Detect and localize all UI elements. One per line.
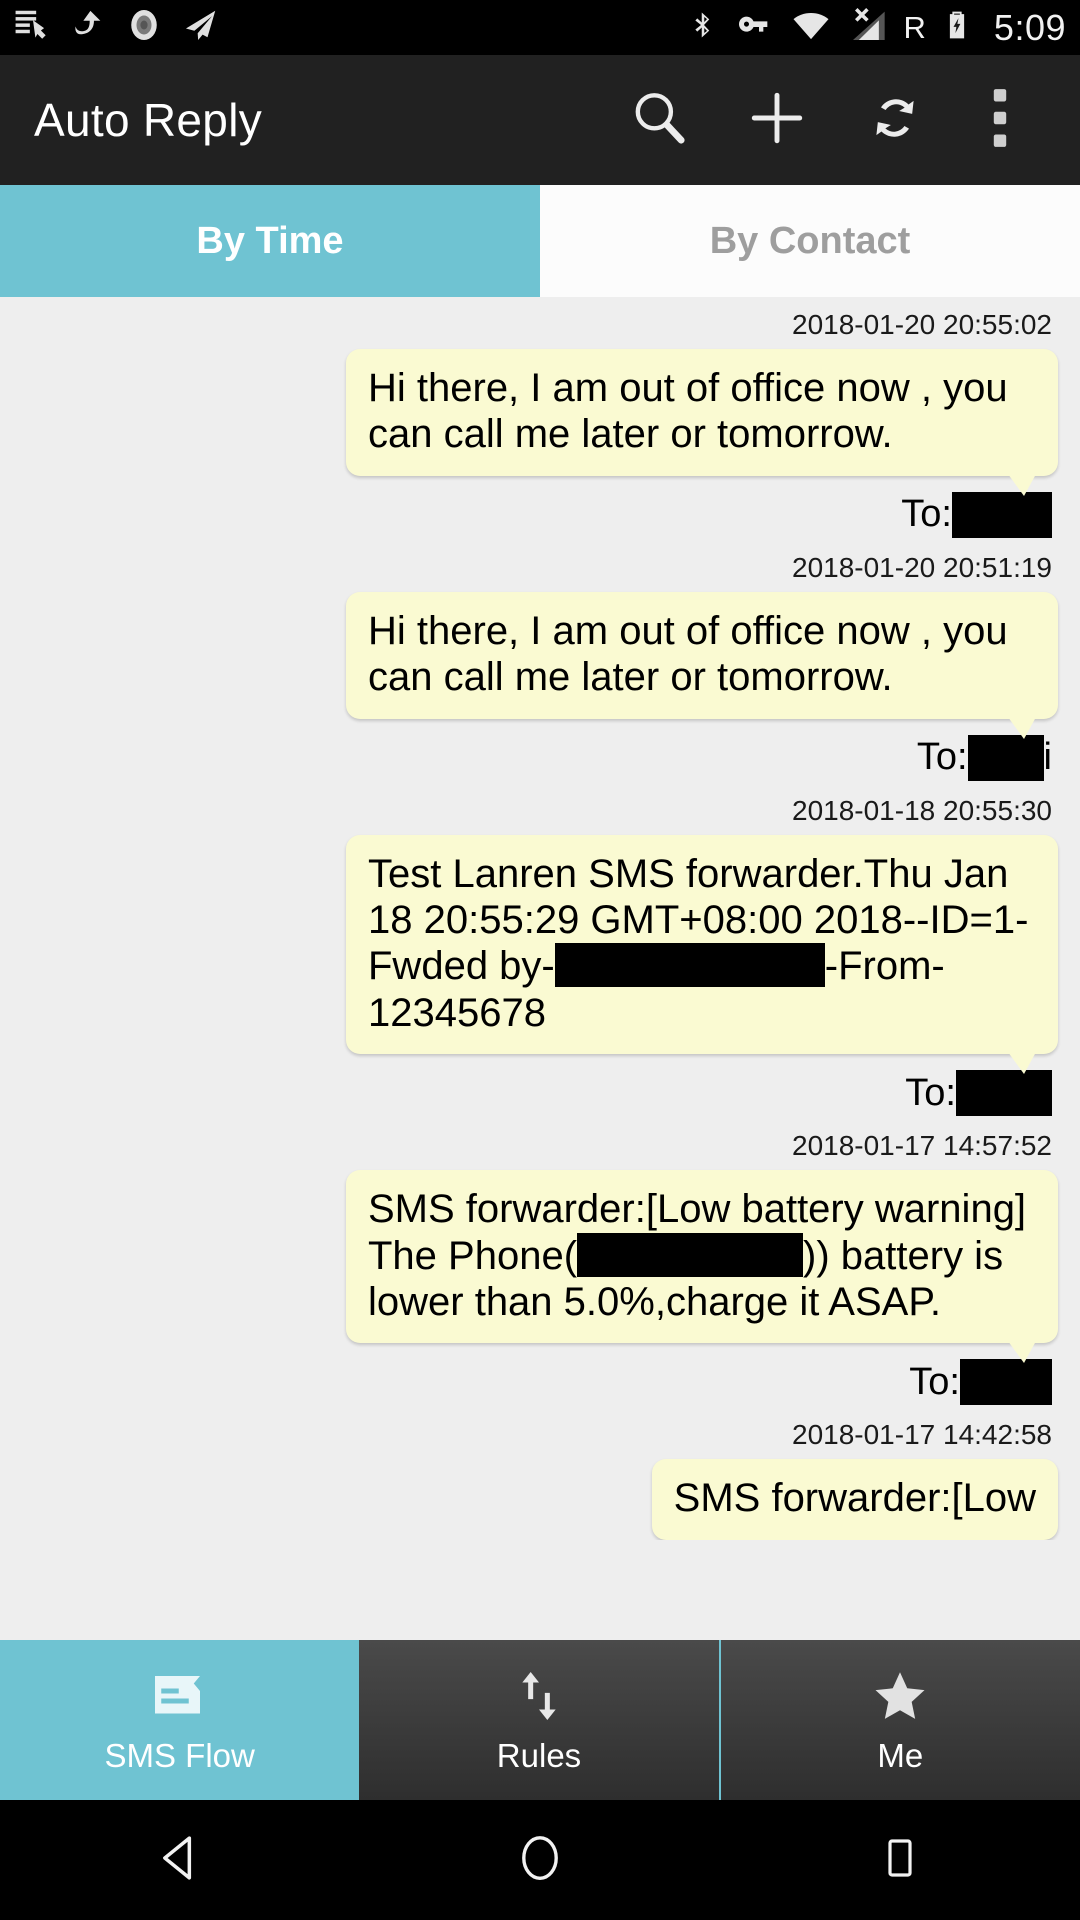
star-icon	[871, 1665, 929, 1727]
redacted-inline	[577, 1232, 804, 1277]
message-text: Test Lanren SMS forwarder.Thu Jan 18 20:…	[368, 851, 1036, 1037]
to-label: To:	[901, 493, 952, 536]
message-flow-icon	[150, 1665, 210, 1727]
to-label: To:	[909, 1360, 960, 1403]
sim-card-hand-icon	[14, 6, 52, 49]
message-timestamp: 2018-01-20 20:51:19	[792, 551, 1052, 583]
tab-by-time[interactable]: By Time	[0, 185, 540, 297]
message-text: Hi there, I am out of office now , you c…	[368, 608, 1008, 700]
search-icon	[628, 87, 690, 154]
back-button[interactable]	[0, 1830, 360, 1891]
home-circle-icon	[513, 1831, 567, 1890]
message-recipient: To:	[22, 1343, 1058, 1407]
bubble-row: Hi there, I am out of office now , you c…	[22, 591, 1058, 739]
status-bar-left-icons	[14, 6, 220, 49]
redacted-recipient	[952, 491, 1052, 538]
message-item[interactable]: 2018-01-17 14:57:52 SMS forwarder:[Low b…	[0, 1118, 1080, 1407]
tab-by-contact-label: By Contact	[709, 219, 911, 262]
redacted-inline	[554, 943, 825, 988]
message-bubble[interactable]: Test Lanren SMS forwarder.Thu Jan 18 20:…	[346, 834, 1058, 1074]
bubble-row: Hi there, I am out of office now , you c…	[22, 349, 1058, 496]
vpn-key-icon	[734, 5, 774, 50]
android-navigation-bar	[0, 1800, 1080, 1920]
home-button[interactable]	[360, 1831, 720, 1890]
message-bubble[interactable]: Hi there, I am out of office now , you c…	[346, 591, 1058, 739]
redacted-recipient	[967, 734, 1044, 781]
add-icon	[746, 87, 808, 154]
message-timestamp: 2018-01-17 14:42:58	[792, 1419, 1052, 1451]
record-circle-icon	[126, 6, 162, 49]
roaming-indicator: R	[903, 9, 926, 45]
bottom-nav-me[interactable]: Me	[718, 1640, 1080, 1800]
message-item[interactable]: 2018-01-20 20:55:02 Hi there, I am out o…	[0, 297, 1080, 540]
overflow-menu-icon	[993, 87, 1007, 154]
refresh-icon	[866, 89, 924, 152]
bubble-row: SMS forwarder:[Low	[22, 1459, 1058, 1540]
message-text: SMS forwarder:[Low	[673, 1476, 1036, 1521]
message-bubble[interactable]: SMS forwarder:[Low	[651, 1459, 1058, 1540]
bubble-row: SMS forwarder:[Low battery warning] The …	[22, 1170, 1058, 1364]
tab-bar: By Time By Contact	[0, 185, 1080, 297]
message-text: Hi there, I am out of office now , you c…	[368, 366, 1008, 457]
refresh-button[interactable]	[836, 61, 954, 179]
cellular-signal-off-icon	[848, 5, 888, 50]
to-value: i	[1043, 736, 1052, 779]
add-button[interactable]	[718, 61, 836, 179]
send-plane-icon	[182, 6, 220, 49]
message-timestamp: 2018-01-20 20:55:02	[792, 309, 1052, 340]
tab-by-contact[interactable]: By Contact	[540, 185, 1080, 297]
message-timestamp: 2018-01-18 20:55:30	[792, 794, 1052, 826]
message-item[interactable]: 2018-01-20 20:51:19 Hi there, I am out o…	[0, 540, 1080, 783]
message-bubble[interactable]: SMS forwarder:[Low battery warning] The …	[346, 1170, 1058, 1364]
wifi-icon	[790, 5, 832, 50]
to-label: To:	[905, 1071, 956, 1114]
redacted-recipient	[960, 1359, 1052, 1406]
message-bubble[interactable]: Hi there, I am out of office now , you c…	[346, 349, 1058, 496]
bubble-row: Test Lanren SMS forwarder.Thu Jan 18 20:…	[22, 834, 1058, 1074]
bottom-nav-rules-label: Rules	[496, 1737, 582, 1774]
bottom-nav-me-label: Me	[877, 1737, 924, 1774]
message-recipient: To: i	[22, 719, 1058, 783]
sort-arrows-icon	[514, 1665, 564, 1727]
bottom-nav-sms-flow[interactable]: SMS Flow	[0, 1640, 360, 1800]
battery-charging-icon	[942, 4, 972, 51]
to-label: To:	[916, 736, 968, 779]
app-bar: Auto Reply	[0, 55, 1080, 185]
bottom-nav-rules[interactable]: Rules	[359, 1640, 719, 1800]
bottom-nav-sms-flow-label: SMS Flow	[104, 1737, 255, 1774]
message-item[interactable]: 2018-01-17 14:42:58 SMS forwarder:[Low	[0, 1407, 1080, 1540]
overflow-menu-button[interactable]	[954, 61, 1046, 179]
message-text: SMS forwarder:[Low battery warning] The …	[368, 1186, 1036, 1325]
back-triangle-icon	[152, 1830, 208, 1891]
bluetooth-icon	[688, 5, 718, 50]
recents-square-icon	[876, 1831, 924, 1890]
status-bar: R 5:09	[0, 0, 1080, 55]
share-arrow-icon	[72, 6, 106, 49]
message-recipient: To:	[22, 476, 1058, 540]
redacted-recipient	[956, 1070, 1052, 1117]
search-button[interactable]	[600, 61, 718, 179]
status-bar-right-icons: R 5:09	[688, 4, 1066, 51]
page-title: Auto Reply	[34, 94, 263, 146]
message-item[interactable]: 2018-01-18 20:55:30 Test Lanren SMS forw…	[0, 783, 1080, 1119]
phone-screen: R 5:09 Auto Reply By Time By Contact 201…	[0, 0, 1080, 1920]
status-bar-clock: 5:09	[993, 6, 1066, 48]
tab-by-time-label: By Time	[196, 219, 344, 262]
app-bar-actions	[600, 61, 1046, 179]
bottom-navigation: SMS Flow Rules Me	[0, 1640, 1080, 1800]
message-recipient: To:	[22, 1054, 1058, 1118]
message-list[interactable]: 2018-01-20 20:55:02 Hi there, I am out o…	[0, 297, 1080, 1640]
message-timestamp: 2018-01-17 14:57:52	[792, 1130, 1052, 1162]
recents-button[interactable]	[720, 1831, 1080, 1890]
